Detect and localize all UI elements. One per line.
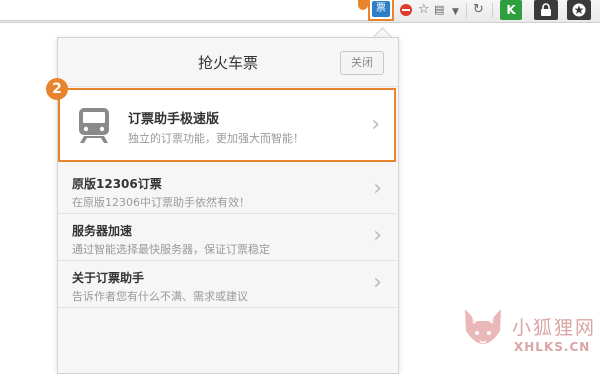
chevron-right-icon: ›: [373, 176, 382, 201]
chevron-right-icon: ›: [373, 270, 382, 295]
list-item-desc: 在原版12306中订票助手依然有效！: [72, 196, 250, 209]
list-item-desc: 告诉作者您有什么不满、需求或建议: [72, 290, 248, 303]
lock-icon[interactable]: [534, 0, 558, 20]
watermark-en-text: XHLKS.CN: [514, 340, 591, 354]
list-item-title: 原版12306订票: [72, 177, 162, 191]
train-icon: [79, 108, 109, 143]
ticket-popup-panel: 抢火车票 关闭 2 订票助手极速版 独立的订票功能，更加强大而智能！ › 原版1…: [46, 37, 399, 374]
popup-header: 抢火车票 关闭: [58, 38, 398, 87]
list-item-title: 服务器加速: [72, 224, 133, 238]
refresh-icon[interactable]: ↻: [473, 2, 484, 18]
chevron-right-icon: ›: [371, 112, 380, 137]
step-badge-1: [358, 0, 368, 10]
k-extension-button[interactable]: K: [500, 0, 522, 20]
browser-toolbar: 票 ☆ ▤ ▼ ↻ K: [0, 0, 600, 23]
list-item-desc: 通过智能选择最快服务器，保证订票稳定: [72, 243, 270, 256]
list-item-about-helper[interactable]: 关于订票助手 告诉作者您有什么不满、需求或建议 ›: [58, 261, 396, 308]
ticket-extension-button[interactable]: 票: [372, 1, 390, 17]
dropdown-chevron-icon[interactable]: ▼: [452, 4, 459, 20]
close-button[interactable]: 关闭: [340, 51, 384, 75]
blocked-icon[interactable]: [400, 4, 412, 16]
list-item-server-acceleration[interactable]: 服务器加速 通过智能选择最快服务器，保证订票稳定 ›: [58, 214, 396, 261]
reader-mode-icon[interactable]: ▤: [434, 2, 444, 18]
watermark-cn-text: 小狐狸网: [512, 317, 597, 339]
fox-watermark-logo: [465, 309, 501, 344]
star-icon[interactable]: [567, 0, 591, 20]
express-helper-title: 订票助手极速版: [128, 112, 220, 127]
toolbar-divider: [492, 3, 493, 18]
express-helper-desc: 独立的订票功能，更加强大而智能！: [128, 132, 304, 145]
toolbar-divider: [466, 3, 467, 18]
step-badge-2: 2: [46, 78, 68, 100]
chevron-right-icon: ›: [373, 223, 382, 248]
bookmark-star-icon[interactable]: ☆: [418, 2, 430, 18]
list-item-original-12306[interactable]: 原版12306订票 在原版12306中订票助手依然有效！ ›: [58, 167, 396, 214]
address-bar[interactable]: [0, 0, 373, 21]
list-item-title: 关于订票助手: [72, 271, 145, 285]
express-helper-item[interactable]: 2 订票助手极速版 独立的订票功能，更加强大而智能！ ›: [46, 78, 396, 162]
